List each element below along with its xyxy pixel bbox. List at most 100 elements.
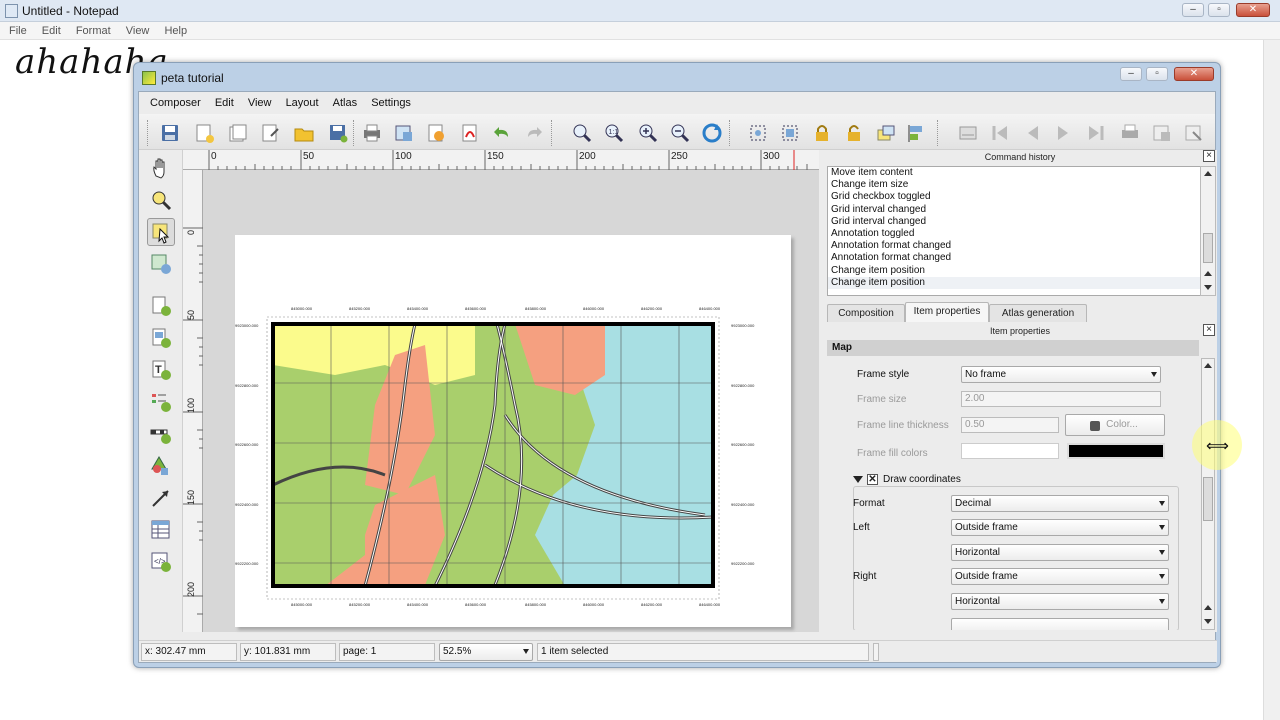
raise-item-icon[interactable] — [875, 122, 897, 144]
zoom-in-icon[interactable] — [637, 122, 659, 144]
zoom-combo[interactable]: 52.5% — [439, 643, 533, 661]
select-all-icon[interactable] — [747, 122, 769, 144]
scroll-up-icon[interactable] — [1204, 605, 1212, 610]
menu-settings[interactable]: Settings — [371, 92, 411, 114]
move-item-content-icon[interactable] — [147, 250, 175, 278]
tab-item-properties[interactable]: Item properties — [905, 302, 989, 322]
add-image-icon[interactable] — [147, 324, 175, 352]
history-item[interactable]: Change item position — [828, 276, 1200, 289]
menu-atlas[interactable]: Atlas — [333, 92, 357, 114]
first-feature-icon[interactable] — [989, 122, 1011, 144]
lock-icon[interactable] — [811, 122, 833, 144]
frame-color-button[interactable]: Color... — [1065, 414, 1165, 436]
scroll-up-icon[interactable] — [1204, 363, 1212, 368]
composer-canvas[interactable]: 0 50 100 150 200 250 300 0 50 100 150 20… — [183, 150, 819, 632]
notepad-close-button[interactable]: ✕ — [1236, 3, 1270, 17]
zoom-out-icon[interactable] — [669, 122, 691, 144]
duplicate-composer-icon[interactable] — [227, 122, 249, 144]
scroll-up-icon[interactable] — [1204, 271, 1212, 276]
zoom-full-icon[interactable] — [571, 122, 593, 144]
print-atlas-icon[interactable] — [1119, 122, 1141, 144]
add-label-icon[interactable]: T — [147, 356, 175, 384]
fill-color-2-button[interactable] — [1067, 443, 1165, 459]
menu-layout[interactable]: Layout — [286, 92, 319, 114]
previous-feature-icon[interactable] — [1021, 122, 1043, 144]
refresh-icon[interactable] — [701, 122, 723, 144]
fill-color-1-button[interactable] — [961, 443, 1059, 459]
scroll-thumb[interactable] — [1203, 233, 1213, 263]
left-direction-combo[interactable]: Horizontal — [951, 544, 1169, 561]
scroll-up-icon[interactable] — [1204, 171, 1212, 176]
history-item[interactable]: Grid interval changed — [828, 204, 1200, 216]
draw-coordinates-checkbox[interactable]: ✕ — [867, 474, 878, 485]
atlas-preview-icon[interactable] — [957, 122, 979, 144]
next-feature-icon[interactable] — [1053, 122, 1075, 144]
pan-icon[interactable] — [147, 154, 175, 182]
notepad-scrollbar[interactable] — [1263, 40, 1280, 720]
right-position-combo[interactable]: Outside frame — [951, 568, 1169, 585]
print-icon[interactable] — [361, 122, 383, 144]
save-template-icon[interactable] — [327, 122, 349, 144]
scroll-down-icon[interactable] — [1204, 285, 1212, 290]
close-icon[interactable]: × — [1203, 150, 1215, 162]
frame-style-combo[interactable]: No frame — [961, 366, 1161, 383]
notepad-menu-help[interactable]: Help — [164, 22, 187, 40]
add-html-frame-icon[interactable]: </> — [147, 548, 175, 576]
export-svg-icon[interactable] — [425, 122, 447, 144]
composer-maximize-button[interactable]: ▫ — [1146, 67, 1168, 81]
export-atlas-icon[interactable] — [1151, 122, 1173, 144]
frame-size-spinbox[interactable]: 2.00 — [961, 391, 1161, 407]
undo-icon[interactable] — [491, 122, 513, 144]
history-scrollbar[interactable] — [1200, 166, 1216, 296]
history-item[interactable]: Annotation format changed — [828, 240, 1200, 252]
open-template-icon[interactable] — [293, 122, 315, 144]
align-icon[interactable] — [907, 122, 929, 144]
scroll-thumb[interactable] — [1203, 477, 1213, 521]
properties-scrollbar[interactable] — [1201, 358, 1215, 630]
history-item[interactable]: Move item content — [828, 167, 1200, 179]
notepad-menu-file[interactable]: File — [9, 22, 27, 40]
composer-manager-icon[interactable] — [259, 122, 281, 144]
next-combo[interactable] — [951, 618, 1169, 630]
unlock-icon[interactable] — [843, 122, 865, 144]
group-icon[interactable] — [779, 122, 801, 144]
history-item[interactable]: Change item position — [828, 265, 1200, 277]
left-position-combo[interactable]: Outside frame — [951, 519, 1169, 536]
last-feature-icon[interactable] — [1085, 122, 1107, 144]
menu-view[interactable]: View — [248, 92, 272, 114]
tab-composition[interactable]: Composition — [827, 304, 905, 322]
tab-atlas-generation[interactable]: Atlas generation — [989, 304, 1087, 322]
collapse-icon[interactable] — [853, 476, 863, 483]
notepad-menu-view[interactable]: View — [126, 22, 150, 40]
zoom-tool-icon[interactable] — [147, 186, 175, 214]
history-item[interactable]: Annotation format changed — [828, 252, 1200, 264]
add-shape-icon[interactable] — [147, 452, 175, 480]
zoom-actual-icon[interactable]: 1:1 — [603, 122, 625, 144]
composer-minimize-button[interactable]: – — [1120, 67, 1142, 81]
frame-line-thickness-spinbox[interactable]: 0.50 — [961, 417, 1059, 433]
new-composer-icon[interactable] — [193, 122, 215, 144]
notepad-menu-format[interactable]: Format — [76, 22, 111, 40]
history-item[interactable]: Grid checkbox toggled — [828, 191, 1200, 203]
select-move-item-icon[interactable] — [147, 218, 175, 246]
atlas-settings-icon[interactable] — [1183, 122, 1205, 144]
export-image-icon[interactable] — [393, 122, 415, 144]
history-item[interactable]: Annotation toggled — [828, 228, 1200, 240]
add-map-icon[interactable] — [147, 292, 175, 320]
scroll-down-icon[interactable] — [1204, 619, 1212, 624]
redo-icon[interactable] — [523, 122, 545, 144]
notepad-minimize-button[interactable]: – — [1182, 3, 1204, 17]
add-arrow-icon[interactable] — [147, 484, 175, 512]
menu-composer[interactable]: Composer — [150, 92, 201, 114]
add-scalebar-icon[interactable] — [147, 420, 175, 448]
notepad-maximize-button[interactable]: ▫ — [1208, 3, 1230, 17]
close-icon[interactable]: × — [1203, 324, 1215, 336]
add-attribute-table-icon[interactable] — [147, 516, 175, 544]
format-combo[interactable]: Decimal — [951, 495, 1169, 512]
composer-close-button[interactable]: ✕ — [1174, 67, 1214, 81]
history-item[interactable]: Change item size — [828, 179, 1200, 191]
history-item[interactable]: Grid interval changed — [828, 216, 1200, 228]
menu-edit[interactable]: Edit — [215, 92, 234, 114]
map-item[interactable] — [235, 235, 791, 627]
add-legend-icon[interactable] — [147, 388, 175, 416]
